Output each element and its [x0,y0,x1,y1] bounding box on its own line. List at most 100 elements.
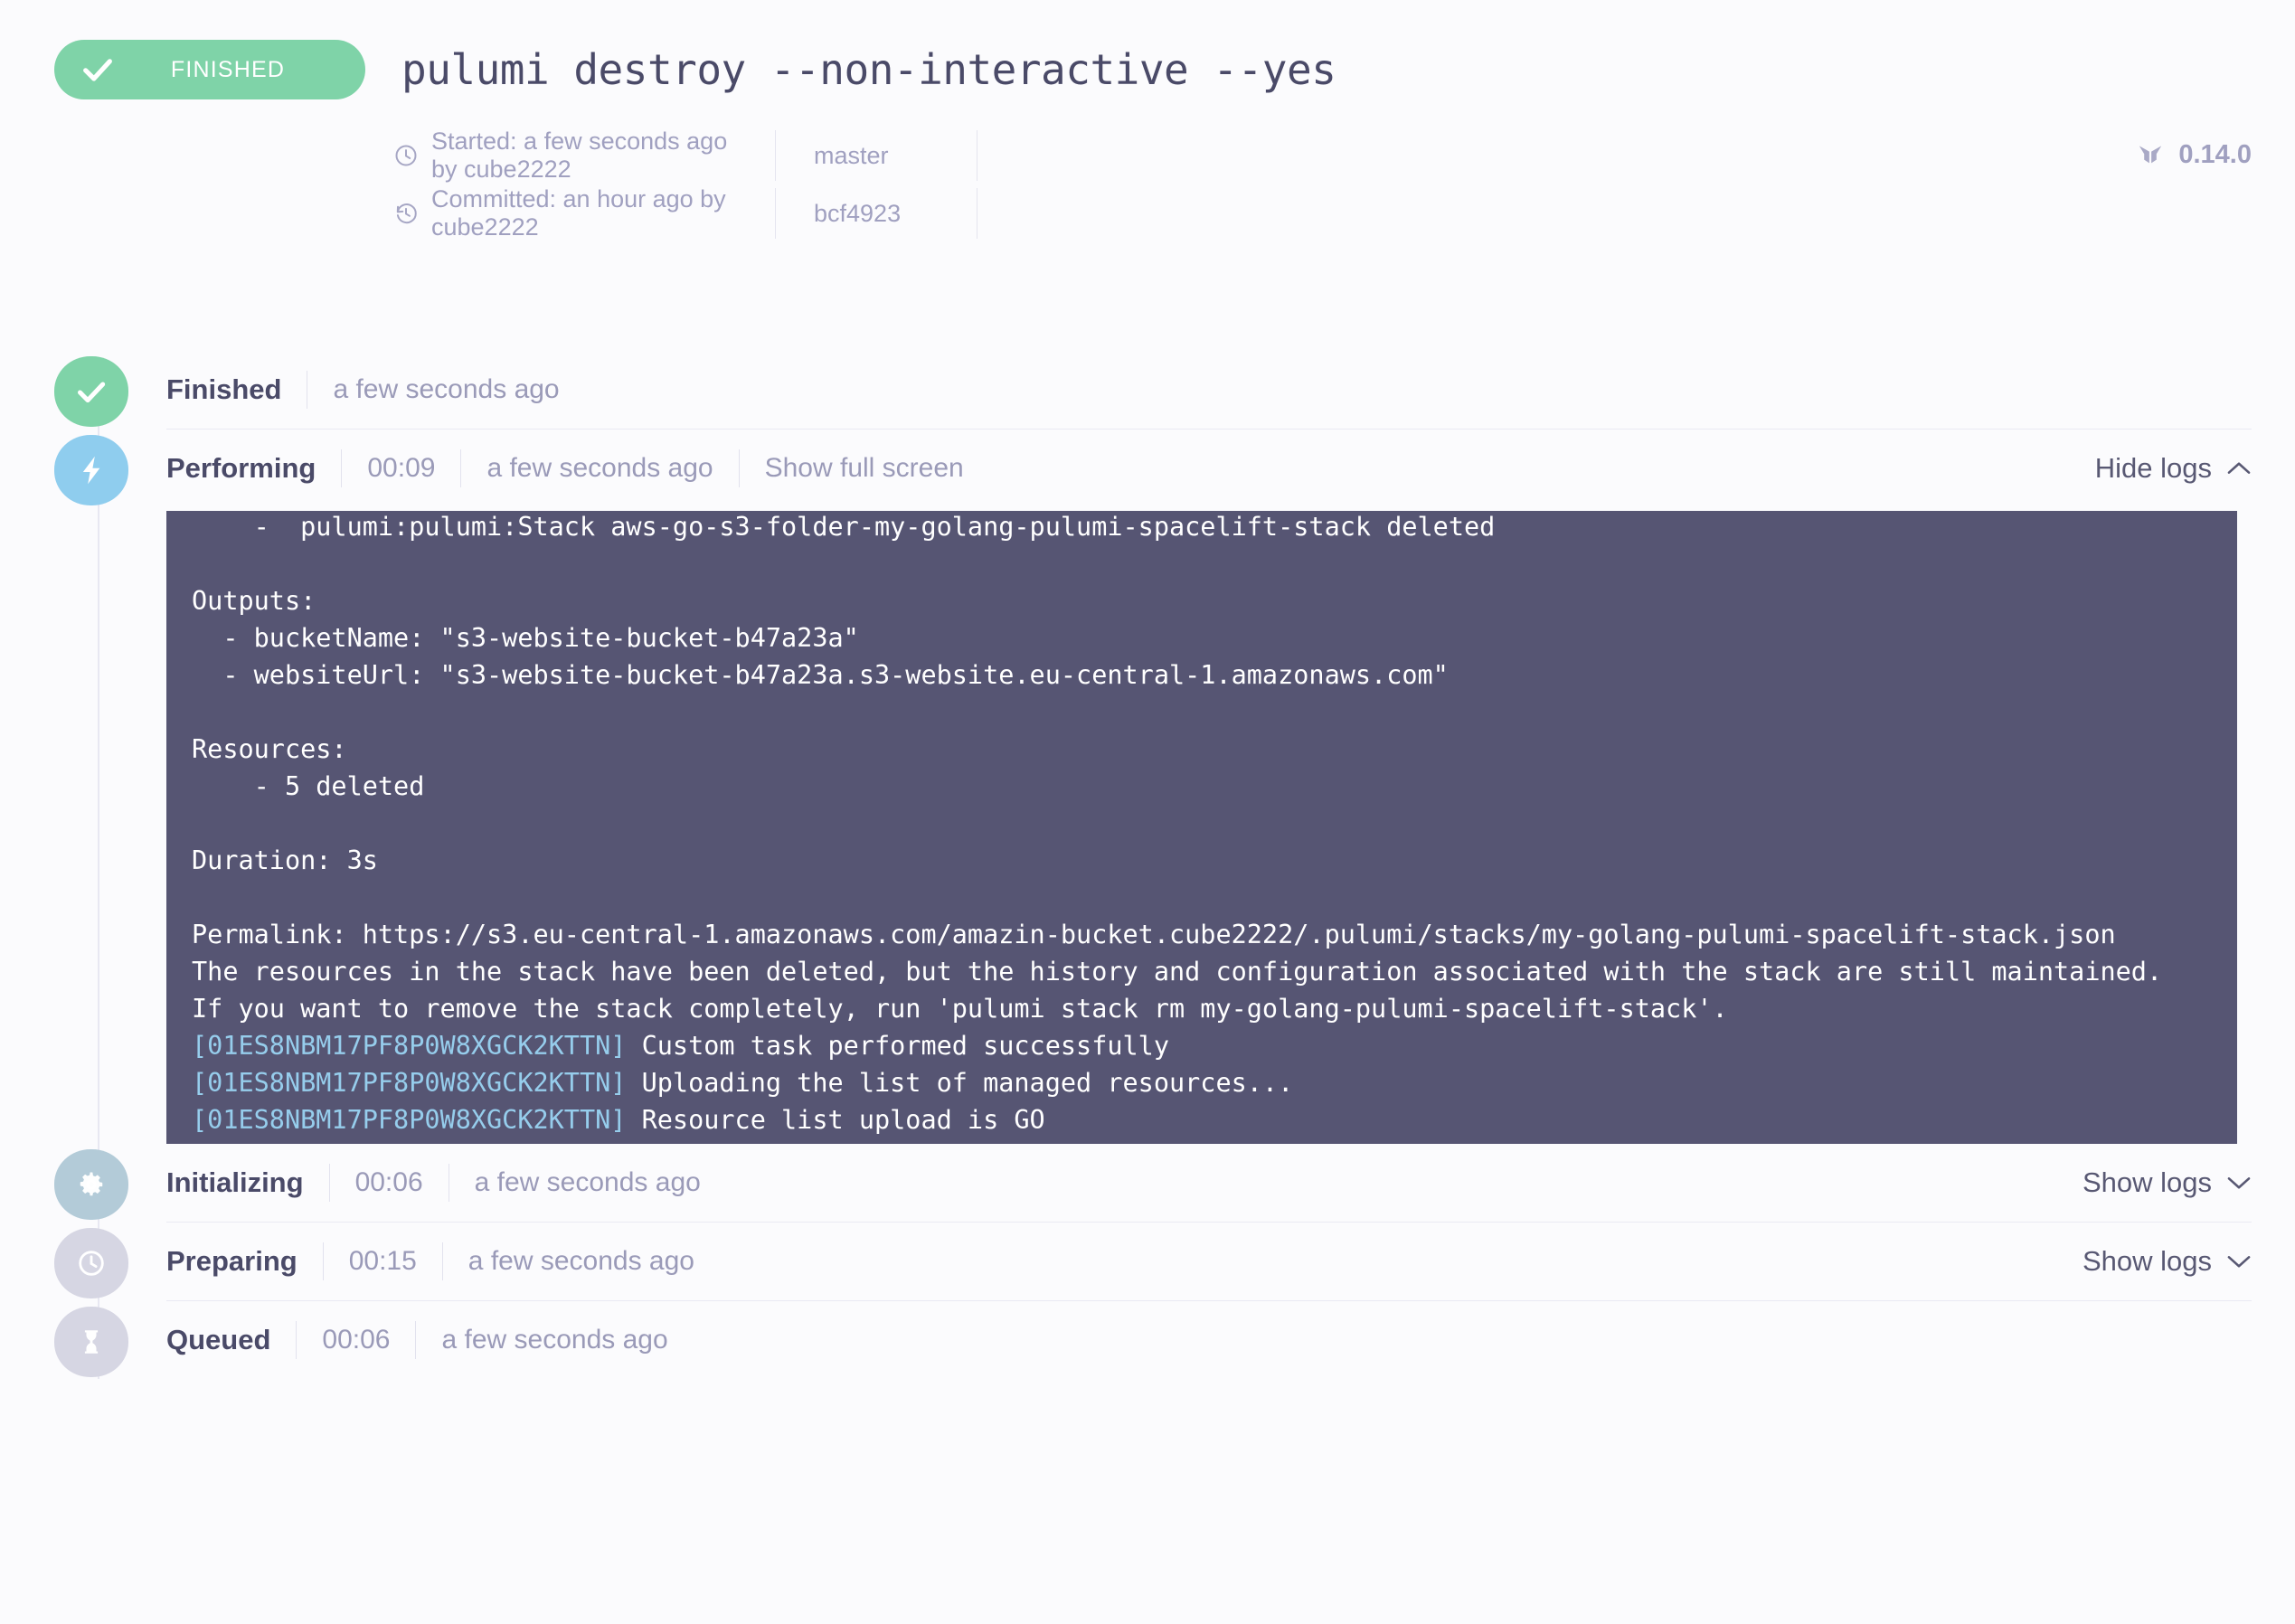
spacelift-logo-icon [2139,146,2162,164]
phase-body-finished: Finished a few seconds ago [166,351,2295,430]
phase-name: Performing [166,452,316,484]
phase-header-queued: Queued 00:06 a few seconds ago [166,1301,2295,1379]
log-line: Permalink: https://s3.eu-central-1.amazo… [192,920,2116,949]
check-icon [78,382,106,403]
phase-name: Finished [166,373,282,405]
phase-name: Queued [166,1324,271,1355]
phase-duration: 00:15 [348,1246,417,1276]
phase-status-icon-finished [54,356,128,427]
phase-status-icon-initializing [54,1149,128,1220]
log-line: - pulumi:pulumi:Stack aws-go-s3-folder-m… [192,512,1496,542]
log-line: - 5 deleted [192,771,425,801]
phase-status-icon-preparing [54,1228,128,1298]
phase-timeline: Finished a few seconds ago Performing 00… [0,351,2295,1415]
branch-label: master [814,141,889,169]
phase-duration: 00:09 [367,453,436,483]
log-line: If you want to remove the stack complete… [192,994,1728,1024]
divider [441,1242,443,1280]
log-line: Outputs: [192,586,316,616]
status-badge: FINISHED [54,40,365,99]
phase-duration: 00:06 [322,1325,391,1355]
hide-logs-label: Hide logs [2094,452,2212,484]
meta-started-text: Started: a few seconds ago by cube2222 [431,127,728,183]
phase-status-icon-performing [54,435,128,505]
clock-icon [79,1251,104,1276]
log-line: Resources: [192,734,347,764]
log-task-id: [01ES8NBM17PF8P0W8XGCK2KTTN] [192,1068,627,1098]
log-task-id: [01ES8NBM17PF8P0W8XGCK2KTTN] [192,1031,627,1061]
commit-sha: bcf4923 [814,199,902,227]
run-meta: Started: a few seconds ago by cube2222 m… [0,127,2295,242]
clock-icon [395,145,417,166]
log-console-lines: - pulumi:pulumi:Stack aws-go-s3-folder-m… [166,511,2237,1138]
show-full-screen-button[interactable]: Show full screen [765,453,964,484]
chevron-down-icon [2227,1256,2251,1268]
phase-name: Preparing [166,1245,298,1277]
chevron-down-icon [2227,1177,2251,1189]
show-logs-label: Show logs [2082,1245,2212,1277]
phase-initializing: Initializing 00:06 a few seconds ago Sho… [54,1144,2295,1223]
log-console[interactable]: - pulumi:pulumi:Stack aws-go-s3-folder-m… [166,511,2237,1144]
log-line: The resources in the stack have been del… [192,957,2163,987]
log-line: [01ES8NBM17PF8P0W8XGCK2KTTN] Custom task… [192,1031,1169,1061]
phase-name: Initializing [166,1166,304,1198]
lightning-icon [82,456,100,485]
divider [296,1321,298,1359]
run-header: FINISHED pulumi destroy --non-interactiv… [0,0,2295,242]
phase-timestamp: a few seconds ago [441,1325,668,1355]
phase-duration: 00:06 [354,1167,423,1197]
log-line: - websiteUrl: "s3-website-bucket-b47a23a… [192,660,1449,690]
phase-preparing: Preparing 00:15 a few seconds ago Show l… [54,1223,2295,1301]
log-line: [01ES8NBM17PF8P0W8XGCK2KTTN] Resource li… [192,1105,1045,1135]
log-line: Duration: 3s [192,845,378,875]
divider [341,449,343,487]
phase-header-initializing: Initializing 00:06 a few seconds ago Sho… [166,1144,2295,1222]
meta-row-committed: Committed: an hour ago by cube2222 bcf49… [393,184,2295,242]
meta-committed: Committed: an hour ago by cube2222 [393,185,755,241]
meta-divider-4 [977,188,978,239]
hide-logs-button[interactable]: Hide logs [2095,452,2252,485]
run-header-top: FINISHED pulumi destroy --non-interactiv… [0,40,2295,99]
phase-header-performing: Performing 00:09 a few seconds ago Show … [166,430,2295,507]
show-logs-button-initializing[interactable]: Show logs [2082,1166,2252,1199]
meta-started: Started: a few seconds ago by cube2222 [393,127,755,184]
phase-body-initializing: Initializing 00:06 a few seconds ago Sho… [166,1144,2295,1223]
phase-timestamp: a few seconds ago [333,374,560,404]
version-label: 0.14.0 [2178,139,2252,169]
phase-header-finished: Finished a few seconds ago [166,351,2295,429]
meta-committed-text: Committed: an hour ago by cube2222 [431,185,726,241]
phase-timestamp: a few seconds ago [474,1167,701,1197]
meta-row-started: Started: a few seconds ago by cube2222 m… [393,127,2295,184]
divider [415,1321,417,1359]
page-title: pulumi destroy --non-interactive --yes [401,45,1336,94]
phase-performing: Performing 00:09 a few seconds ago Show … [54,430,2295,1144]
show-logs-button-preparing[interactable]: Show logs [2082,1245,2252,1278]
history-icon [396,203,417,224]
phase-body-performing: Performing 00:09 a few seconds ago Show … [166,430,2295,1144]
hourglass-icon [84,1330,99,1354]
check-icon [83,59,112,81]
divider [328,1164,330,1202]
phase-body-preparing: Preparing 00:15 a few seconds ago Show l… [166,1223,2295,1301]
divider [460,449,462,487]
phase-timestamp: a few seconds ago [468,1246,694,1276]
meta-divider-2 [977,130,978,181]
phase-header-preparing: Preparing 00:15 a few seconds ago Show l… [166,1223,2295,1300]
status-badge-label: FINISHED [170,56,286,82]
phase-body-queued: Queued 00:06 a few seconds ago [166,1301,2295,1379]
bottom-spacer [54,1379,2295,1415]
gear-icon [80,1172,103,1196]
divider [322,1242,324,1280]
phase-status-icon-queued [54,1307,128,1377]
phase-timestamp: a few seconds ago [486,453,713,483]
show-logs-label: Show logs [2082,1166,2212,1198]
run-detail-page: FINISHED pulumi destroy --non-interactiv… [0,0,2295,1624]
version-badge: 0.14.0 [2135,139,2252,170]
divider [738,449,740,487]
phase-finished: Finished a few seconds ago [54,351,2295,430]
log-line: - bucketName: "s3-website-bucket-b47a23a… [192,623,859,653]
phase-queued: Queued 00:06 a few seconds ago [54,1301,2295,1379]
